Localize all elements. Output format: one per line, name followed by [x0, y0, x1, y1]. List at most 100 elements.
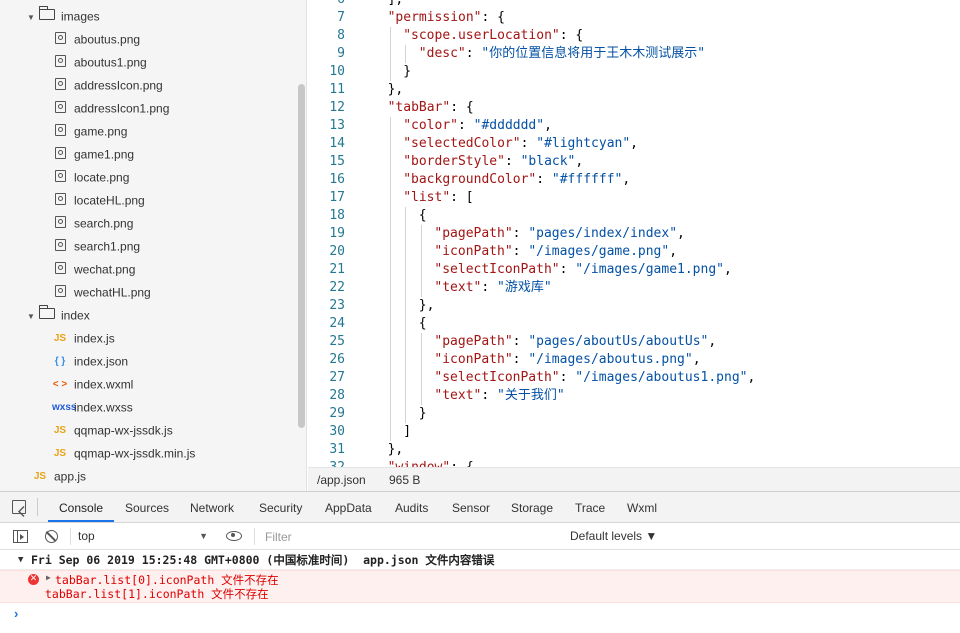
tab-console[interactable]: Console: [48, 492, 115, 522]
tab-sensor[interactable]: Sensor: [452, 492, 490, 522]
json-key: "desc": [418, 46, 466, 61]
code-line: }: [419, 405, 427, 423]
line-number: 7: [337, 10, 345, 25]
json-key: "color": [403, 118, 458, 133]
tree-file[interactable]: addressIcon.png: [52, 74, 163, 97]
tree-file[interactable]: JS qqmap-wx-jssdk.js: [52, 419, 173, 442]
tree-file[interactable]: JS qqmap-wx-jssdk.min.js: [52, 442, 195, 465]
tree-item-label: addressIcon1.png: [74, 101, 170, 116]
json-string: "游戏库": [497, 280, 552, 295]
indent-guide: [389, 27, 391, 45]
json-punctuation: }: [418, 406, 427, 421]
console-error-message[interactable]: ✕ ▶ tabBar.list[0].iconPath 文件不存在 tabBar…: [0, 570, 960, 603]
tree-file[interactable]: wxssindex.wxss: [52, 396, 133, 419]
code-line: },: [419, 297, 435, 315]
tab-appdata[interactable]: AppData: [325, 492, 372, 522]
tree-file[interactable]: { } index.json: [52, 350, 128, 373]
tree-file[interactable]: search.png: [52, 212, 133, 235]
line-number: 21: [329, 262, 345, 277]
tree-file[interactable]: wechatHL.png: [52, 281, 151, 304]
json-punctuation: },: [387, 82, 404, 97]
tab-storage[interactable]: Storage: [511, 492, 553, 522]
tree-item-label: locateHL.png: [74, 193, 145, 208]
tree-file[interactable]: JS app.js: [32, 465, 86, 488]
code-editor[interactable]: 6],7"permission": {8"scope.userLocation"…: [308, 0, 960, 467]
sidebar-toggle-icon[interactable]: [13, 530, 28, 543]
collapse-triangle-icon[interactable]: ▼: [18, 550, 23, 570]
line-number: 9: [337, 46, 345, 61]
json-key: "scope.userLocation": [403, 28, 560, 43]
image-file-icon: [52, 120, 68, 143]
tab-audits[interactable]: Audits: [395, 492, 428, 522]
tree-file[interactable]: JS index.js: [52, 327, 115, 350]
tab-wxml[interactable]: Wxml: [627, 492, 657, 522]
js-file-icon: JS: [33, 471, 47, 483]
json-punctuation: {: [418, 208, 427, 223]
error-text-line-2: tabBar.list[1].iconPath 文件不存在: [45, 587, 269, 601]
tree-file[interactable]: locateHL.png: [52, 189, 145, 212]
inspect-element-icon[interactable]: [12, 500, 26, 514]
code-line: "desc": "你的位置信息将用于王木木测试展示": [419, 45, 705, 63]
tree-file[interactable]: addressIcon1.png: [52, 97, 169, 120]
tree-file[interactable]: search1.png: [52, 235, 140, 258]
json-key: "iconPath": [434, 244, 513, 259]
code-line: "pagePath": "pages/aboutUs/aboutUs",: [434, 333, 716, 351]
tree-file[interactable]: aboutus.png: [52, 28, 140, 51]
tab-security[interactable]: Security: [259, 492, 302, 522]
tree-file[interactable]: wechat.png: [52, 258, 135, 281]
devtools-tab-bar: Console Sources Network Security AppData Audi…: [0, 492, 960, 523]
indent-guide: [405, 207, 407, 225]
tree-item-label: aboutus1.png: [74, 55, 147, 70]
indent-guide: [389, 333, 391, 351]
json-key: "iconPath": [434, 352, 513, 367]
line-number: 24: [329, 316, 345, 331]
tree-item-label: qqmap-wx-jssdk.min.js: [74, 446, 196, 461]
json-punctuation: :: [504, 154, 521, 169]
tree-file[interactable]: locate.png: [52, 166, 129, 189]
console-group-header[interactable]: ▼ Fri Sep 06 2019 15:25:48 GMT+0800 (中国标…: [0, 550, 960, 570]
json-punctuation: ,: [724, 262, 732, 277]
chevron-down-icon[interactable]: ▼: [27, 305, 39, 328]
json-punctuation: ,: [747, 370, 756, 385]
tree-file[interactable]: game1.png: [52, 143, 134, 166]
code-line: "text": "关于我们": [434, 387, 564, 405]
tree-folder[interactable]: ▼ index: [27, 304, 90, 327]
tree-item-label: game1.png: [74, 147, 135, 162]
file-tree-scrollbar[interactable]: [298, 84, 305, 428]
indent-guide: [389, 225, 391, 243]
tab-trace[interactable]: Trace: [575, 492, 605, 522]
tree-file[interactable]: < > index.wxml: [52, 373, 134, 396]
tab-network[interactable]: Network: [190, 492, 234, 522]
indent-guide: [389, 297, 391, 315]
chevron-down-icon[interactable]: ▼: [27, 6, 39, 29]
log-levels-selector[interactable]: Default levels ▼: [570, 527, 657, 546]
tree-item-label: index.wxss: [74, 400, 133, 415]
indent-guide: [420, 261, 422, 279]
tree-folder[interactable]: ▼ images: [27, 5, 100, 28]
context-selector[interactable]: top ▼: [78, 527, 212, 546]
json-punctuation: },: [418, 298, 435, 313]
indent-guide: [389, 315, 391, 333]
dropdown-arrow-icon: ▼: [199, 531, 208, 541]
json-punctuation: ,: [677, 226, 685, 241]
json-punctuation: :: [481, 388, 498, 403]
tree-file[interactable]: aboutus1.png: [52, 51, 147, 74]
code-line: "window": {: [388, 459, 474, 467]
console-filter-input[interactable]: [260, 526, 562, 547]
code-line: "selectIconPath": "/images/aboutus1.png"…: [434, 369, 755, 387]
file-explorer: ▼ images aboutus.png aboutus1.png addressIco…: [0, 0, 307, 491]
toolbar-separator: [254, 528, 255, 545]
tab-sources[interactable]: Sources: [125, 492, 169, 522]
live-expression-eye-icon[interactable]: [226, 531, 242, 541]
json-key: "tabBar": [387, 100, 451, 115]
console-prompt-icon[interactable]: ›: [14, 606, 18, 621]
line-number: 23: [329, 298, 345, 313]
tree-item-label: index.json: [74, 354, 129, 369]
clear-console-icon[interactable]: [45, 530, 58, 543]
tree-file[interactable]: game.png: [52, 120, 127, 143]
tree-item-label: index: [61, 308, 90, 323]
expand-arrow-icon[interactable]: ▶: [46, 573, 51, 582]
indent-guide: [389, 387, 391, 405]
line-number: 14: [329, 136, 345, 151]
json-punctuation: {: [418, 316, 427, 331]
